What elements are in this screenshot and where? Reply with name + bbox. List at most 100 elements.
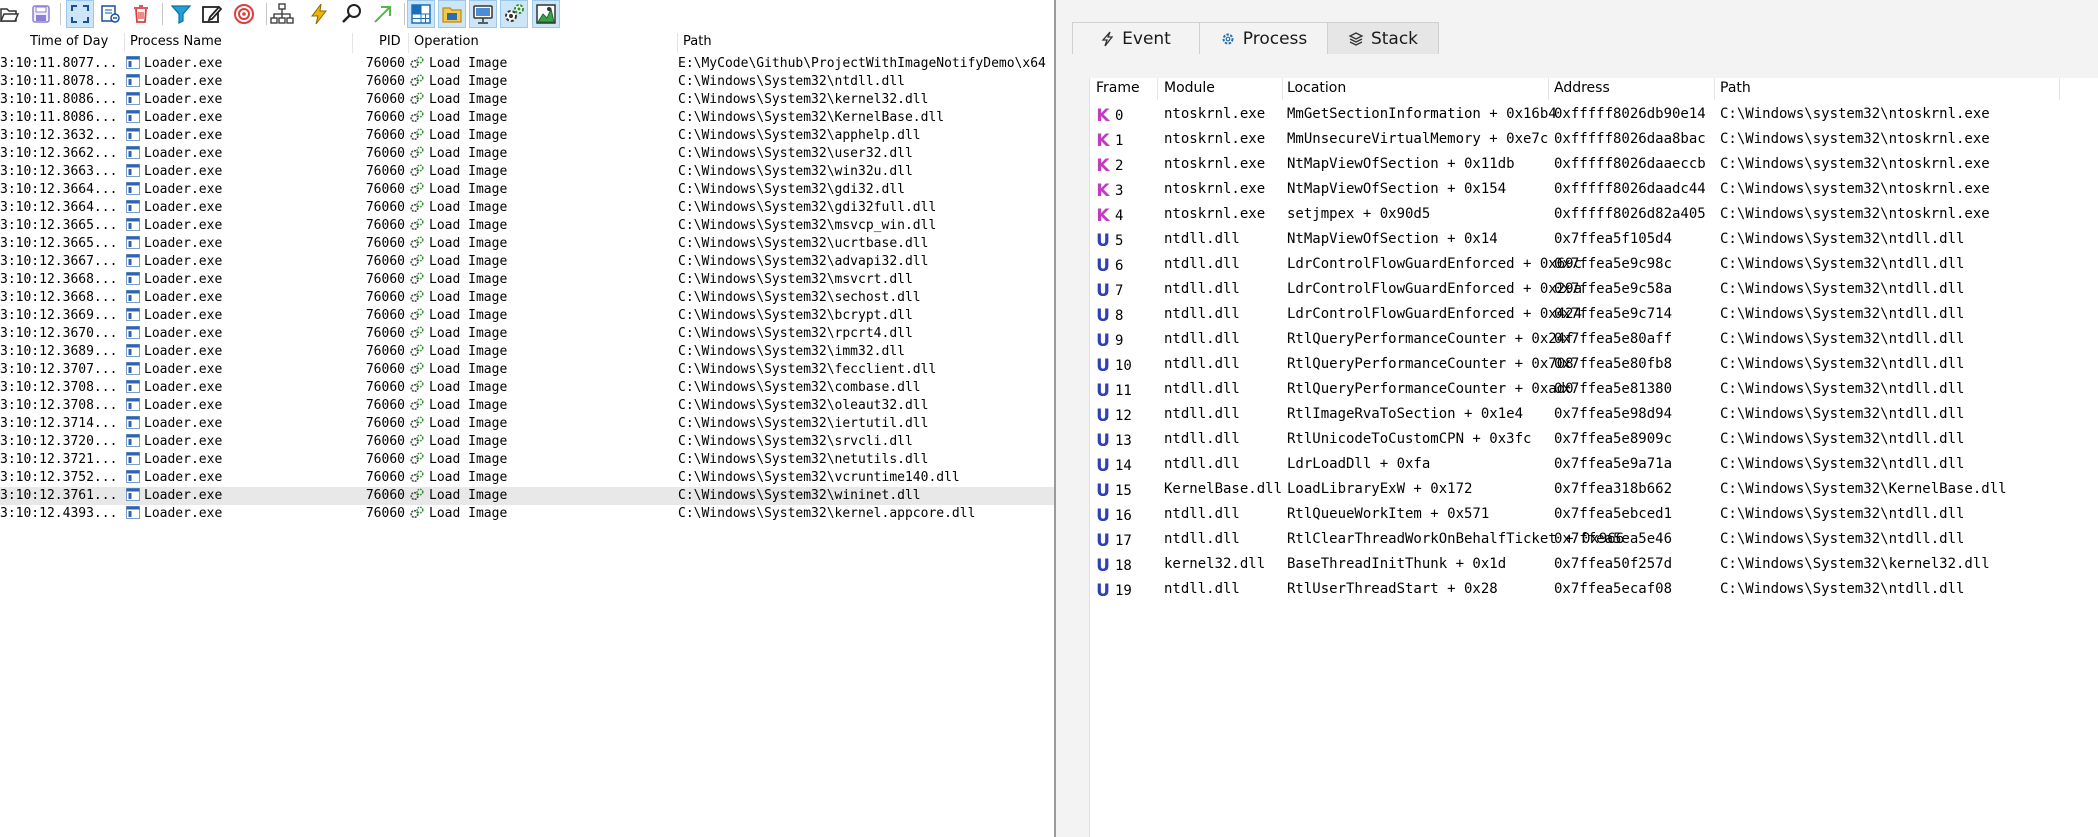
toolbar <box>0 0 1054 29</box>
cell-operation-label: Load Image <box>429 218 508 233</box>
table-row[interactable]: 3:10:12.3665... Loader.exe 76060 Load Image… <box>0 235 1054 253</box>
table-row[interactable]: 3:10:12.3668... Loader.exe 76060 Load Image… <box>0 271 1054 289</box>
open-icon[interactable] <box>0 1 22 27</box>
stack-frame-row[interactable]: U 14 ntdll.dll LdrLoadDll + 0xfa 0x7ffea5e9a… <box>1090 453 2098 478</box>
save-icon[interactable] <box>28 1 54 27</box>
column-header-operation[interactable]: Operation <box>414 34 479 49</box>
table-row[interactable]: 3:10:12.3664... Loader.exe 76060 Load Image… <box>0 181 1054 199</box>
cell-operation-label: Load Image <box>429 452 508 467</box>
table-row[interactable]: 3:10:12.3714... Loader.exe 76060 Load Image… <box>0 415 1054 433</box>
table-row[interactable]: 3:10:12.4393... Loader.exe 76060 Load Image… <box>0 505 1054 523</box>
event-icon[interactable] <box>306 1 332 27</box>
table-row[interactable]: 3:10:12.3707... Loader.exe 76060 Load Image… <box>0 361 1054 379</box>
target-icon[interactable] <box>231 1 257 27</box>
stack-frame-row[interactable]: U 15 KernelBase.dll LoadLibraryExW + 0x172 0… <box>1090 478 2098 503</box>
tab-process[interactable]: Process <box>1199 22 1328 54</box>
jump-icon[interactable] <box>370 1 396 27</box>
stack-frame-row[interactable]: U 12 ntdll.dll RtlImageRvaToSection + 0x1e4… <box>1090 403 2098 428</box>
table-row[interactable]: 3:10:11.8086... Loader.exe 76060 Load Image… <box>0 91 1054 109</box>
cell-process: Loader.exe <box>126 110 361 125</box>
cell-operation: Load Image <box>410 128 675 143</box>
table-row[interactable]: 3:10:12.3708... Loader.exe 76060 Load Image… <box>0 397 1054 415</box>
cell-operation-label: Load Image <box>429 290 508 305</box>
find-icon[interactable] <box>339 1 365 27</box>
delete-icon[interactable] <box>128 1 154 27</box>
column-header-time[interactable]: Time of Day <box>30 34 108 49</box>
table-row[interactable]: 3:10:12.3761... Loader.exe 76060 Load Image… <box>0 487 1054 505</box>
cell-operation: Load Image <box>410 380 675 395</box>
stack-frame-row[interactable]: U 16 ntdll.dll RtlQueueWorkItem + 0x571 0x7f… <box>1090 503 2098 528</box>
table-row[interactable]: 3:10:12.3720... Loader.exe 76060 Load Image… <box>0 433 1054 451</box>
process-icon <box>126 272 140 285</box>
stack-frame-row[interactable]: U 17 ntdll.dll RtlClearThreadWorkOnBehalfTi… <box>1090 528 2098 553</box>
user-mode-icon: U <box>1096 231 1110 251</box>
process-icon <box>126 218 140 231</box>
operation-icon <box>410 434 424 447</box>
stack-frame-row[interactable]: K 4 ntoskrnl.exe setjmpex + 0x90d5 0xfffff80… <box>1090 203 2098 228</box>
table-row[interactable]: 3:10:12.3632... Loader.exe 76060 Load Image… <box>0 127 1054 145</box>
cell-process-label: Loader.exe <box>144 362 223 377</box>
cell-frame: U 19 <box>1096 581 1151 601</box>
process-activity-icon[interactable] <box>500 0 528 28</box>
table-row[interactable]: 3:10:12.3752... Loader.exe 76060 Load Image… <box>0 469 1054 487</box>
table-row[interactable]: 3:10:12.3668... Loader.exe 76060 Load Image… <box>0 289 1054 307</box>
stack-frame-row[interactable]: U 18 kernel32.dll BaseThreadInitThunk + 0x1… <box>1090 553 2098 578</box>
cell-time: 3:10:11.8086... <box>0 110 118 125</box>
table-row[interactable]: 3:10:12.3708... Loader.exe 76060 Load Image… <box>0 379 1054 397</box>
table-row[interactable]: 3:10:11.8078... Loader.exe 76060 Load Image… <box>0 73 1054 91</box>
stack-frame-row[interactable]: U 13 ntdll.dll RtlUnicodeToCustomCPN + 0x3f… <box>1090 428 2098 453</box>
stack-frame-row[interactable]: K 2 ntoskrnl.exe NtMapViewOfSection + 0x11d… <box>1090 153 2098 178</box>
column-header-pid[interactable]: PID <box>379 34 401 49</box>
cell-module: ntdll.dll <box>1164 456 1240 472</box>
registry-icon[interactable] <box>407 0 435 28</box>
process-icon <box>126 74 140 87</box>
column-header-module[interactable]: Module <box>1164 80 1215 96</box>
stack-frame-row[interactable]: K 0 ntoskrnl.exe MmGetSectionInformation + … <box>1090 103 2098 128</box>
table-row[interactable]: 3:10:12.3721... Loader.exe 76060 Load Image… <box>0 451 1054 469</box>
table-row[interactable]: 3:10:12.3670... Loader.exe 76060 Load Image… <box>0 325 1054 343</box>
table-row[interactable]: 3:10:12.3662... Loader.exe 76060 Load Image… <box>0 145 1054 163</box>
column-header-frame[interactable]: Frame <box>1096 80 1140 96</box>
column-header-location[interactable]: Location <box>1287 80 1346 96</box>
tab-event[interactable]: Event <box>1072 22 1200 54</box>
cell-path: C:\Windows\System32\oleaut32.dll <box>678 398 929 413</box>
column-header-path[interactable]: Path <box>1720 80 1751 96</box>
stack-frame-row[interactable]: K 3 ntoskrnl.exe NtMapViewOfSection + 0x154… <box>1090 178 2098 203</box>
stack-frame-row[interactable]: U 9 ntdll.dll RtlQueryPerformanceCounter + … <box>1090 328 2098 353</box>
cell-frame: U 12 <box>1096 406 1151 426</box>
stack-frame-row[interactable]: U 10 ntdll.dll RtlQueryPerformanceCounter +… <box>1090 353 2098 378</box>
process-tree-icon[interactable] <box>269 1 295 27</box>
autoscroll-icon[interactable] <box>66 0 94 28</box>
table-row[interactable]: 3:10:12.3664... Loader.exe 76060 Load Image… <box>0 199 1054 217</box>
user-mode-icon: U <box>1096 356 1110 376</box>
stack-frame-row[interactable]: U 7 ntdll.dll LdrControlFlowGuardEnforced +… <box>1090 278 2098 303</box>
table-row[interactable]: 3:10:12.3665... Loader.exe 76060 Load Image… <box>0 217 1054 235</box>
column-header-address[interactable]: Address <box>1554 80 1610 96</box>
cell-path: C:\Windows\System32\vcruntime140.dll <box>678 470 960 485</box>
table-row[interactable]: 3:10:12.3669... Loader.exe 76060 Load Image… <box>0 307 1054 325</box>
cell-process: Loader.exe <box>126 200 361 215</box>
highlight-icon[interactable] <box>199 1 225 27</box>
table-row[interactable]: 3:10:12.3663... Loader.exe 76060 Load Image… <box>0 163 1054 181</box>
filesystem-icon[interactable] <box>438 0 466 28</box>
stack-frame-row[interactable]: U 6 ntdll.dll LdrControlFlowGuardEnforced +… <box>1090 253 2098 278</box>
stack-frame-row[interactable]: U 19 ntdll.dll RtlUserThreadStart + 0x28 0x7… <box>1090 578 2098 603</box>
filter-icon[interactable] <box>168 1 194 27</box>
stack-frame-row[interactable]: U 5 ntdll.dll NtMapViewOfSection + 0x14 0x7f… <box>1090 228 2098 253</box>
stack-frame-row[interactable]: U 11 ntdll.dll RtlQueryPerformanceCounter +… <box>1090 378 2098 403</box>
table-row[interactable]: 3:10:11.8086... Loader.exe 76060 Load Image… <box>0 109 1054 127</box>
profiling-icon[interactable] <box>532 0 560 28</box>
network-icon[interactable] <box>469 0 497 28</box>
cell-module: ntdll.dll <box>1164 406 1240 422</box>
column-header-path[interactable]: Path <box>683 34 712 49</box>
stack-frame-row[interactable]: K 1 ntoskrnl.exe MmUnsecureVirtualMemory + … <box>1090 128 2098 153</box>
cell-process: Loader.exe <box>126 416 361 431</box>
stack-frame-row[interactable]: U 8 ntdll.dll LdrControlFlowGuardEnforced +… <box>1090 303 2098 328</box>
column-header-process[interactable]: Process Name <box>130 34 222 49</box>
tab-stack[interactable]: Stack <box>1327 22 1439 54</box>
table-row[interactable]: 3:10:12.3667... Loader.exe 76060 Load Image… <box>0 253 1054 271</box>
stack-frames: K 0 ntoskrnl.exe MmGetSectionInformation + … <box>1090 103 2098 603</box>
table-row[interactable]: 3:10:11.8077... Loader.exe 76060 Load Image… <box>0 55 1054 73</box>
clear-icon[interactable] <box>97 1 123 27</box>
table-row[interactable]: 3:10:12.3689... Loader.exe 76060 Load Image… <box>0 343 1054 361</box>
